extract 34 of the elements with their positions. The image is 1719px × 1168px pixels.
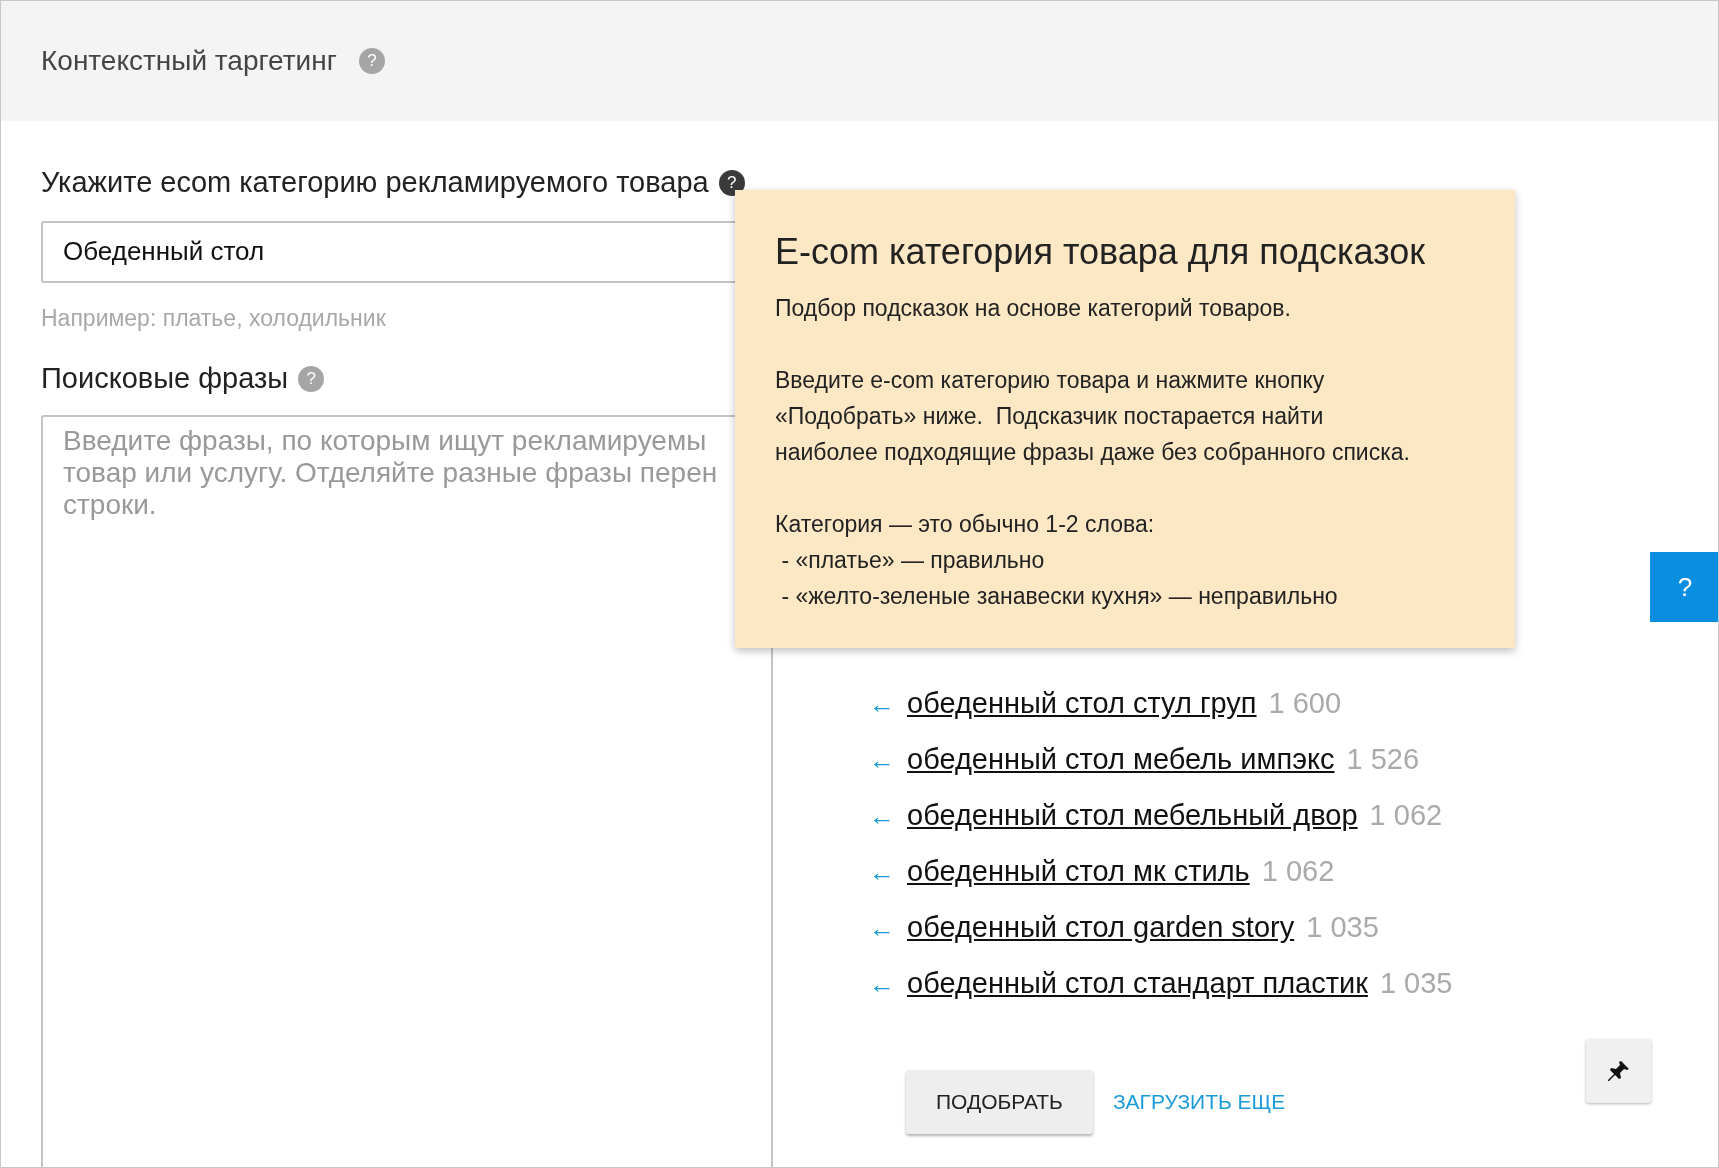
side-help-button[interactable]: ?: [1650, 552, 1718, 622]
arrow-icon[interactable]: ←: [869, 684, 895, 724]
arrow-icon[interactable]: ←: [869, 740, 895, 780]
phrase-link[interactable]: обеденный стол мебель импэкс: [907, 738, 1335, 782]
pick-button[interactable]: ПОДОБРАТЬ: [906, 1070, 1093, 1134]
field-label: Укажите ecom категорию рекламируемого товара: [41, 165, 709, 200]
arrow-icon[interactable]: ←: [869, 908, 895, 948]
help-icon[interactable]: ?: [298, 365, 325, 392]
phrase-count: 1 062: [1261, 854, 1335, 890]
field-label: Поисковые фразы: [41, 361, 289, 396]
phrase-link[interactable]: обеденный стол мебельный двор: [907, 794, 1358, 838]
page-title: Контекстный таргетинг: [41, 44, 337, 78]
arrow-icon[interactable]: ←: [869, 852, 895, 892]
load-more-link[interactable]: ЗАГРУЗИТЬ ЕЩЕ: [1112, 1086, 1286, 1118]
phrase-count: 1 600: [1268, 686, 1342, 722]
help-icon[interactable]: ?: [718, 169, 745, 196]
arrow-icon[interactable]: ←: [869, 964, 895, 1004]
help-icon[interactable]: ?: [358, 48, 385, 74]
phrase-link[interactable]: обеденный стол стандарт пластик: [907, 962, 1368, 1006]
tooltip-paragraph: Подбор подсказок на основе категорий товаров.: [775, 294, 1291, 323]
phrase-link[interactable]: обеденный стол мк стиль: [907, 850, 1250, 894]
phrase-count: 1 062: [1369, 798, 1443, 834]
pin-button[interactable]: [1586, 1039, 1651, 1103]
phrase-count: 1 035: [1306, 910, 1379, 946]
arrow-icon[interactable]: ←: [869, 796, 895, 836]
tooltip-paragraph: Категория — это обычно 1-2 слова: - «платье» — правильно - «желто-зеленые занавески кухня» — неправильно: [775, 510, 1338, 611]
phrase-count: 1 526: [1346, 742, 1420, 778]
phrase-link[interactable]: обеденный стол garden story: [907, 906, 1295, 950]
hint-text: Например: платье, холодильник: [41, 303, 386, 333]
phrase-count: 1 035: [1379, 966, 1453, 1002]
tooltip-paragraph: Введите e-com категорию товара и нажмите кнопку «Подобрать» ниже. Подсказчик постарается найти наиболее подходящие фразы даже без собранного списка.: [775, 366, 1410, 467]
phrases-text-area[interactable]: Введите фразы, по которым ищут рекламируемы товар или услугу. Отделяйте разные фразы перен строки.: [41, 414, 773, 1167]
phrase-link[interactable]: обеденный стол стул груп: [907, 682, 1257, 726]
pin-icon: [1606, 1059, 1631, 1083]
